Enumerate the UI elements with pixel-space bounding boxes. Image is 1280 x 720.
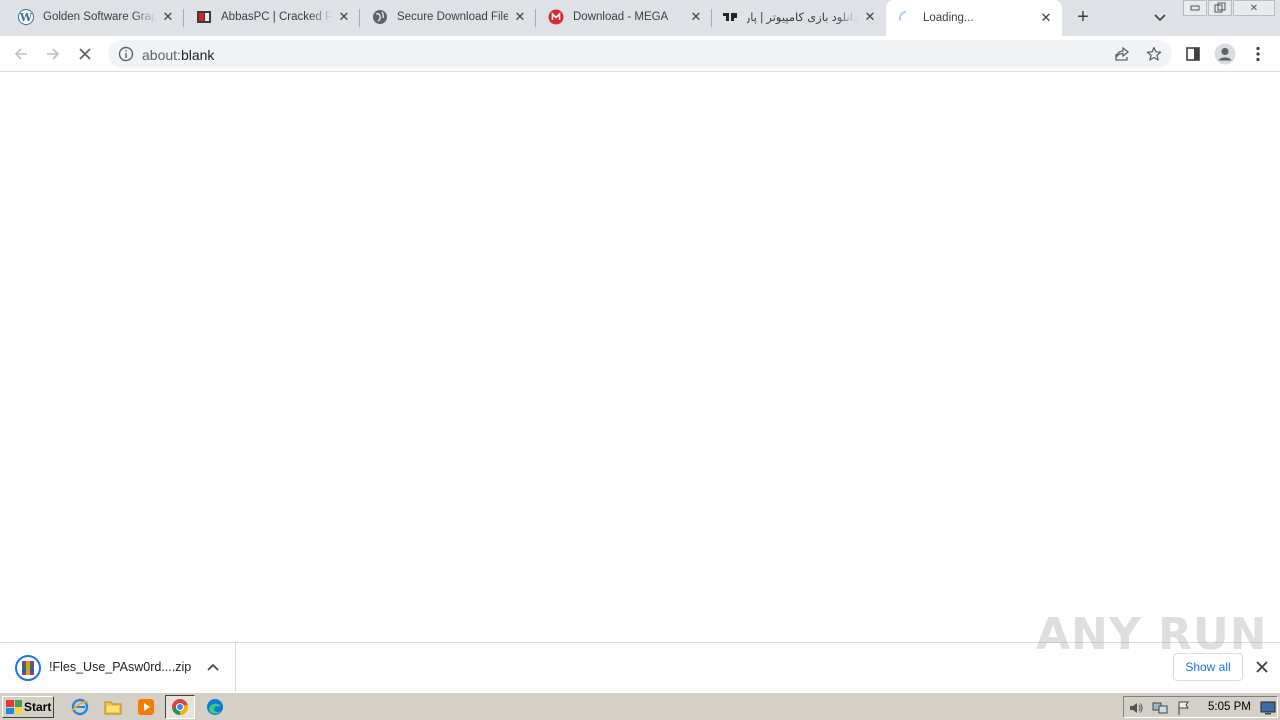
tab-close-icon[interactable]: ✕ bbox=[688, 9, 704, 25]
tab-title: AbbasPC | Cracked PC bbox=[221, 11, 332, 23]
windows-taskbar: Start 5:05 PM bbox=[0, 692, 1280, 720]
winrar-archive-icon bbox=[15, 655, 41, 681]
url-path: blank bbox=[180, 47, 215, 63]
mega-icon bbox=[548, 9, 564, 25]
media-player-icon[interactable] bbox=[136, 697, 156, 717]
url-scheme: about: bbox=[142, 47, 181, 63]
edge-icon[interactable] bbox=[205, 697, 225, 717]
tab-mega[interactable]: Download - MEGA ✕ bbox=[536, 0, 712, 34]
loading-spinner-icon bbox=[898, 10, 914, 26]
tab-search-chevron-icon[interactable] bbox=[1150, 8, 1170, 28]
profile-avatar-icon[interactable] bbox=[1212, 41, 1238, 67]
tab-title: Loading... bbox=[923, 12, 974, 24]
tab-close-icon[interactable]: ✕ bbox=[1038, 10, 1054, 26]
tab-golden-software[interactable]: W Golden Software Graph ✕ bbox=[0, 0, 184, 34]
site-info-icon[interactable] bbox=[118, 46, 134, 62]
address-bar[interactable]: about:blank bbox=[108, 40, 1172, 68]
internet-explorer-icon[interactable] bbox=[70, 697, 90, 717]
volume-icon[interactable] bbox=[1128, 700, 1144, 716]
tab-title: Secure Download File bbox=[397, 11, 508, 23]
parsi-icon bbox=[722, 9, 738, 25]
show-all-button[interactable]: Show all bbox=[1173, 653, 1243, 681]
chrome-taskbar-icon[interactable] bbox=[165, 695, 195, 719]
back-arrow-icon[interactable] bbox=[8, 41, 34, 67]
network-icon[interactable] bbox=[1152, 700, 1168, 716]
minimize-icon[interactable] bbox=[1183, 0, 1207, 16]
page-content bbox=[0, 72, 1280, 642]
tab-close-icon[interactable]: ✕ bbox=[862, 9, 878, 25]
bookmark-star-icon[interactable] bbox=[1144, 44, 1164, 64]
close-shelf-icon[interactable] bbox=[1253, 658, 1271, 676]
restore-icon[interactable] bbox=[1208, 0, 1232, 16]
tab-close-icon[interactable]: ✕ bbox=[512, 9, 528, 25]
chevron-up-icon[interactable] bbox=[204, 658, 222, 676]
globe-icon bbox=[372, 9, 388, 25]
tab-close-icon[interactable]: ✕ bbox=[160, 9, 176, 25]
tab-parsi-games[interactable]: دانلود بازی کامپیوتر | پار ✕ bbox=[712, 0, 886, 34]
browser-toolbar: about:blank bbox=[0, 36, 1280, 72]
start-label: Start bbox=[24, 700, 52, 714]
new-tab-plus-icon[interactable]: + bbox=[1072, 6, 1094, 28]
download-file-name: !Fles_Use_PAsw0rd....zip bbox=[49, 660, 192, 674]
forward-arrow-icon[interactable] bbox=[40, 41, 66, 67]
tab-close-icon[interactable]: ✕ bbox=[336, 9, 352, 25]
tab-abbaspc[interactable]: AbbasPC | Cracked PC ✕ bbox=[184, 0, 360, 34]
tab-title: دانلود بازی کامپیوتر | پار bbox=[747, 12, 858, 24]
tab-loading-active[interactable]: Loading... ✕ bbox=[886, 0, 1062, 36]
tab-title: Download - MEGA bbox=[573, 11, 669, 23]
start-button[interactable]: Start bbox=[2, 696, 54, 718]
abbaspc-icon bbox=[196, 9, 212, 25]
tab-title: Golden Software Graph bbox=[43, 11, 156, 23]
action-center-flag-icon[interactable] bbox=[1176, 700, 1192, 716]
tab-secure-download[interactable]: Secure Download File ✕ bbox=[360, 0, 536, 34]
tab-strip: W Golden Software Graph ✕ AbbasPC | Crac… bbox=[0, 0, 1280, 36]
url-text[interactable]: about:blank bbox=[142, 47, 214, 63]
close-window-icon[interactable]: ✕ bbox=[1233, 0, 1275, 16]
share-icon[interactable] bbox=[1112, 44, 1132, 64]
file-explorer-icon[interactable] bbox=[103, 697, 123, 717]
svg-text:W: W bbox=[19, 11, 33, 24]
menu-kebab-icon[interactable] bbox=[1245, 41, 1271, 67]
wordpress-icon: W bbox=[18, 9, 34, 25]
taskbar-clock[interactable]: 5:05 PM bbox=[1208, 701, 1251, 713]
system-tray: 5:05 PM bbox=[1123, 696, 1278, 718]
download-item[interactable]: !Fles_Use_PAsw0rd....zip bbox=[0, 643, 236, 692]
side-panel-icon[interactable] bbox=[1180, 41, 1206, 67]
windows-flag-icon bbox=[6, 700, 22, 714]
download-shelf: ANY RUN !Fles_Use_PAsw0rd....zip Show al… bbox=[0, 609, 1280, 692]
show-desktop-icon[interactable] bbox=[1260, 700, 1276, 716]
stop-loading-icon[interactable] bbox=[72, 41, 98, 67]
